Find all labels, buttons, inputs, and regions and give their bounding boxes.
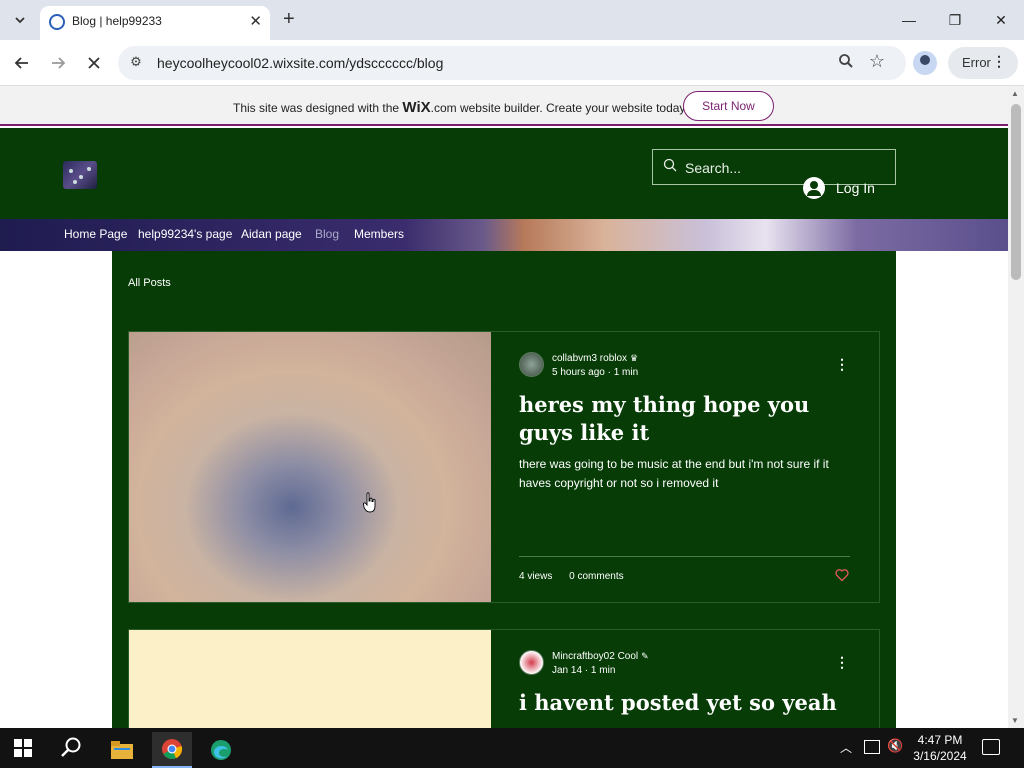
post-author[interactable]: collabvm3 roblox ♛ [552,353,638,364]
wix-logo: WiX [402,99,431,116]
profile-avatar[interactable] [913,51,937,75]
browser-toolbar: ⚙ heycoolheycool02.wixsite.com/ydscccccc… [0,40,1024,86]
wix-banner-text-before: This site was designed with the [233,101,403,115]
windows-taskbar: ︿ 🔇 4:47 PM 3/16/2024 [0,728,1024,768]
post-read-time: 1 min [590,665,616,676]
stop-loading-button[interactable] [82,51,106,75]
nav-item-members[interactable]: Members [354,227,404,241]
crown-icon: ♛ [630,353,639,363]
site-nav: Home Page help99234's page Aidan page Bl… [0,219,1008,251]
page-scrollbar[interactable]: ▲ ▼ [1008,86,1024,728]
post-time: Jan 14 [552,665,583,676]
post-cover-image[interactable] [129,630,491,728]
browser-tab-strip: Blog | help99233 ✕ + — ❐ ✕ [0,0,1024,40]
tab-title: Blog | help99233 [72,14,162,28]
chrome-icon [162,739,183,760]
windows-start-button[interactable] [14,739,32,757]
blog-post-card[interactable]: Mincraftboy02 Cool ✎ Jan 14 · 1 min ⋮ i h… [128,629,880,729]
chevron-down-icon [15,17,25,24]
login-button[interactable]: Log In [803,176,875,200]
tab-search-button[interactable] [8,8,32,32]
browser-tab[interactable]: Blog | help99233 ✕ [40,6,270,40]
post-more-actions-icon[interactable]: ⋮ [834,652,850,672]
back-arrow-icon [14,57,28,69]
wix-promo-banner: This site was designed with the WiX.com … [0,86,1008,126]
post-more-actions-icon[interactable]: ⋮ [834,354,850,374]
nav-item-blog[interactable]: Blog [315,227,339,241]
nav-item-help99234-page[interactable]: help99234's page [138,227,232,241]
volume-muted-icon[interactable]: 🔇 [887,738,903,754]
forward-button[interactable] [46,51,70,75]
site-info-icon[interactable]: ⚙ [126,54,146,72]
close-window-button[interactable]: ✕ [978,0,1024,40]
chrome-app[interactable] [152,732,192,768]
site-logo[interactable] [63,161,97,189]
profile-error-button[interactable]: Error ⋮ [948,47,1018,79]
author-avatar[interactable] [519,650,544,675]
search-icon[interactable] [60,736,84,760]
clock-time: 4:47 PM [917,733,963,747]
pen-icon: ✎ [641,651,649,661]
taskbar-clock[interactable]: 4:47 PM 3/16/2024 [904,732,976,764]
post-author[interactable]: Mincraftboy02 Cool ✎ [552,651,649,662]
scroll-down-arrow-icon[interactable]: ▼ [1011,716,1019,725]
post-author-name[interactable]: Mincraftboy02 Cool [552,651,638,662]
scroll-up-arrow-icon[interactable]: ▲ [1011,89,1019,98]
minimize-button[interactable]: — [886,0,932,40]
close-icon [88,57,100,69]
site-header: Search... Log In [0,128,1008,219]
clock-date: 3/16/2024 [913,749,967,763]
nav-item-home-page[interactable]: Home Page [64,227,127,241]
tab-close-icon[interactable]: ✕ [249,12,262,30]
hand-cursor-icon [363,492,376,513]
edge-app[interactable] [201,732,241,768]
edge-icon [211,740,231,760]
author-avatar[interactable] [519,352,544,377]
start-now-button[interactable]: Start Now [683,91,774,121]
all-posts-filter[interactable]: All Posts [128,277,171,289]
post-stats: 4 views 0 comments [519,571,638,582]
post-cover-image[interactable] [129,332,491,602]
post-time: 5 hours ago [552,367,605,378]
network-icon[interactable] [864,740,880,754]
post-comments[interactable]: 0 comments [569,571,623,582]
file-explorer-app[interactable] [102,732,142,768]
post-title[interactable]: heres my thing hope you guys like it [519,391,849,447]
search-placeholder: Search... [685,160,742,176]
post-excerpt: there was going to be music at the end b… [519,457,829,490]
post-title[interactable]: i havent posted yet so yeah [519,689,849,717]
new-tab-button[interactable]: + [283,8,295,30]
nav-item-aidan-page[interactable]: Aidan page [241,227,302,241]
address-bar[interactable]: ⚙ heycoolheycool02.wixsite.com/ydscccccc… [118,46,906,80]
site-favicon-icon [49,14,65,30]
post-divider [519,556,850,557]
kebab-menu-icon[interactable]: ⋮ [992,53,1006,70]
post-read-time: 1 min [613,367,639,378]
window-controls: — ❐ ✕ [886,0,1024,40]
post-author-name[interactable]: collabvm3 roblox [552,353,627,364]
bookmark-star-icon[interactable]: ☆ [869,51,885,72]
like-heart-icon[interactable] [835,568,849,582]
post-meta: Jan 14 · 1 min [552,665,616,676]
scrollbar-thumb[interactable] [1011,104,1021,280]
post-views: 4 views [519,571,553,582]
back-button[interactable] [10,51,34,75]
forward-arrow-icon [52,57,66,69]
url-text[interactable]: heycoolheycool02.wixsite.com/ydscccccc/b… [157,55,443,71]
login-label: Log In [836,180,875,196]
blog-post-card[interactable]: collabvm3 roblox ♛ 5 hours ago · 1 min ⋮ … [128,331,880,603]
user-icon [803,177,825,199]
wix-banner-message: This site was designed with the WiX.com … [233,99,688,116]
notification-icon[interactable] [982,739,1000,755]
restore-button[interactable]: ❐ [932,0,978,40]
zoom-icon[interactable] [838,53,854,74]
wix-banner-text-after: .com website builder. Create your websit… [430,101,688,115]
post-meta: 5 hours ago · 1 min [552,367,639,378]
folder-icon [111,741,133,759]
chevron-up-icon[interactable]: ︿ [840,739,852,756]
profile-status-label: Error [962,55,991,70]
search-icon [663,158,677,172]
